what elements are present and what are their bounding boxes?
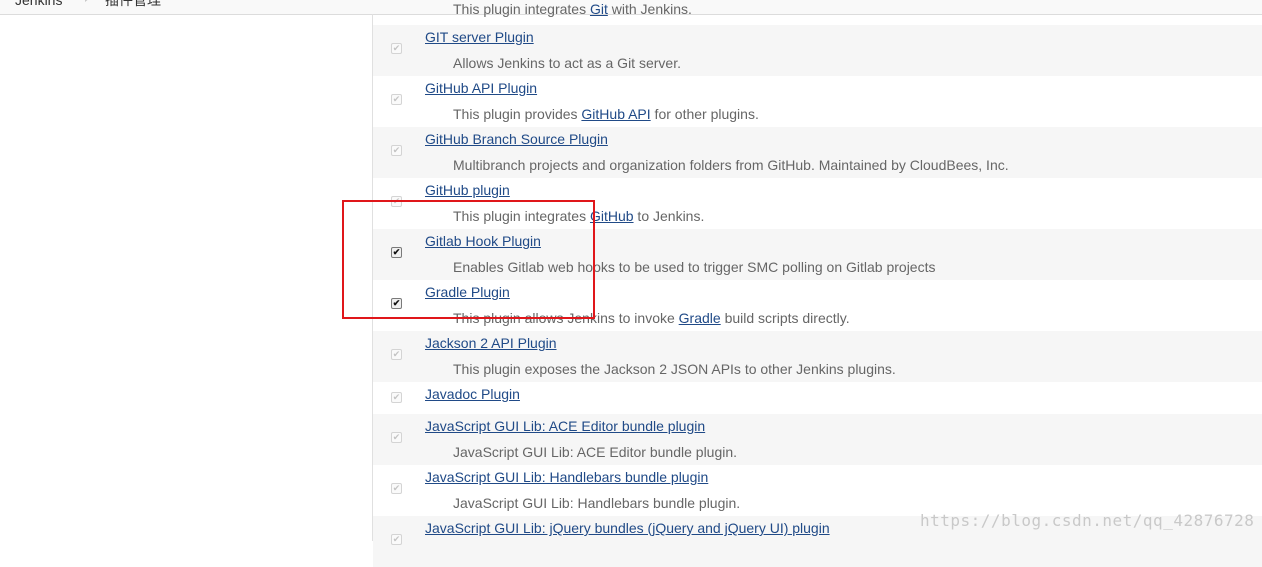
plugin-row: ✔ GitHub Branch Source Plugin Multibranch … <box>373 127 1262 178</box>
plugin-description-link[interactable]: GitHub <box>590 208 634 224</box>
plugin-description-link[interactable]: GitHub API <box>581 106 650 122</box>
plugin-checkbox: ✔ <box>391 94 402 105</box>
plugin-name-link[interactable]: GitHub Branch Source Plugin <box>425 131 608 147</box>
watermark: https://blog.csdn.net/qq_42876728 <box>920 511 1255 530</box>
plugin-name-link[interactable]: GitHub API Plugin <box>425 80 537 96</box>
plugin-description: JavaScript GUI Lib: Handlebars bundle pl… <box>453 495 741 511</box>
plugin-table: This plugin integrates Git with Jenkins.… <box>373 0 1262 567</box>
plugin-description: This plugin integrates Git with Jenkins. <box>453 1 692 17</box>
plugin-name-link[interactable]: GitHub plugin <box>425 182 510 198</box>
plugin-name-link[interactable]: Gitlab Hook Plugin <box>425 233 541 249</box>
plugin-description: This plugin integrates GitHub to Jenkins… <box>453 208 705 224</box>
breadcrumb-plugin-manager[interactable]: 插件管理 <box>105 0 161 8</box>
plugin-name-link[interactable]: GIT server Plugin <box>425 29 534 45</box>
plugin-description-link[interactable]: Gradle <box>679 310 721 326</box>
plugin-checkbox: ✔ <box>391 43 402 54</box>
plugin-checkbox: ✔ <box>391 392 402 403</box>
plugin-name-link[interactable]: Jackson 2 API Plugin <box>425 335 557 351</box>
plugin-row: ✔ GitHub plugin This plugin integrates Git… <box>373 178 1262 229</box>
plugin-description: Allows Jenkins to act as a Git server. <box>453 55 681 71</box>
plugin-checkbox[interactable]: ✔ <box>391 247 402 258</box>
breadcrumb-jenkins[interactable]: Jenkins <box>15 0 62 8</box>
plugin-row-git-desc: This plugin integrates Git with Jenkins. <box>373 0 1262 25</box>
plugin-checkbox[interactable]: ✔ <box>391 298 402 309</box>
plugin-description-link[interactable]: Git <box>590 1 608 17</box>
plugin-name-link[interactable]: JavaScript GUI Lib: jQuery bundles (jQue… <box>425 520 830 536</box>
plugin-description: This plugin exposes the Jackson 2 JSON A… <box>453 361 896 377</box>
plugin-row: ✔ GitHub API Plugin This plugin provides G… <box>373 76 1262 127</box>
plugin-name-link[interactable]: JavaScript GUI Lib: Handlebars bundle pl… <box>425 469 708 485</box>
plugin-row: ✔ GIT server Plugin Allows Jenkins to act … <box>373 25 1262 76</box>
plugin-checkbox: ✔ <box>391 483 402 494</box>
breadcrumb-separator-icon <box>85 0 90 2</box>
plugin-name-link[interactable]: Javadoc Plugin <box>425 386 520 402</box>
plugin-description: Enables Gitlab web hooks to be used to t… <box>453 259 936 275</box>
plugin-description: JavaScript GUI Lib: ACE Editor bundle pl… <box>453 444 738 460</box>
plugin-checkbox: ✔ <box>391 196 402 207</box>
plugin-row: ✔ Javadoc Plugin <box>373 382 1262 414</box>
plugin-checkbox: ✔ <box>391 145 402 156</box>
plugin-name-link[interactable]: Gradle Plugin <box>425 284 510 300</box>
plugin-row: ✔ JavaScript GUI Lib: ACE Editor bundle p… <box>373 414 1262 465</box>
plugin-description: This plugin allows Jenkins to invoke Gra… <box>453 310 850 326</box>
plugin-checkbox: ✔ <box>391 534 402 545</box>
plugin-description: Multibranch projects and organization fo… <box>453 157 1009 173</box>
plugin-description: This plugin provides GitHub API for othe… <box>453 106 759 122</box>
plugin-row: ✔ Gitlab Hook Plugin Enables Gitlab web ho… <box>373 229 1262 280</box>
plugin-row: ✔ JavaScript GUI Lib: Handlebars bundle p… <box>373 465 1262 516</box>
plugin-name-link[interactable]: JavaScript GUI Lib: ACE Editor bundle pl… <box>425 418 705 434</box>
plugin-checkbox: ✔ <box>391 432 402 443</box>
plugin-checkbox: ✔ <box>391 349 402 360</box>
plugin-row: ✔ Jackson 2 API Plugin This plugin exposes… <box>373 331 1262 382</box>
plugin-row: ✔ Gradle Plugin This plugin allows Jenkins… <box>373 280 1262 331</box>
